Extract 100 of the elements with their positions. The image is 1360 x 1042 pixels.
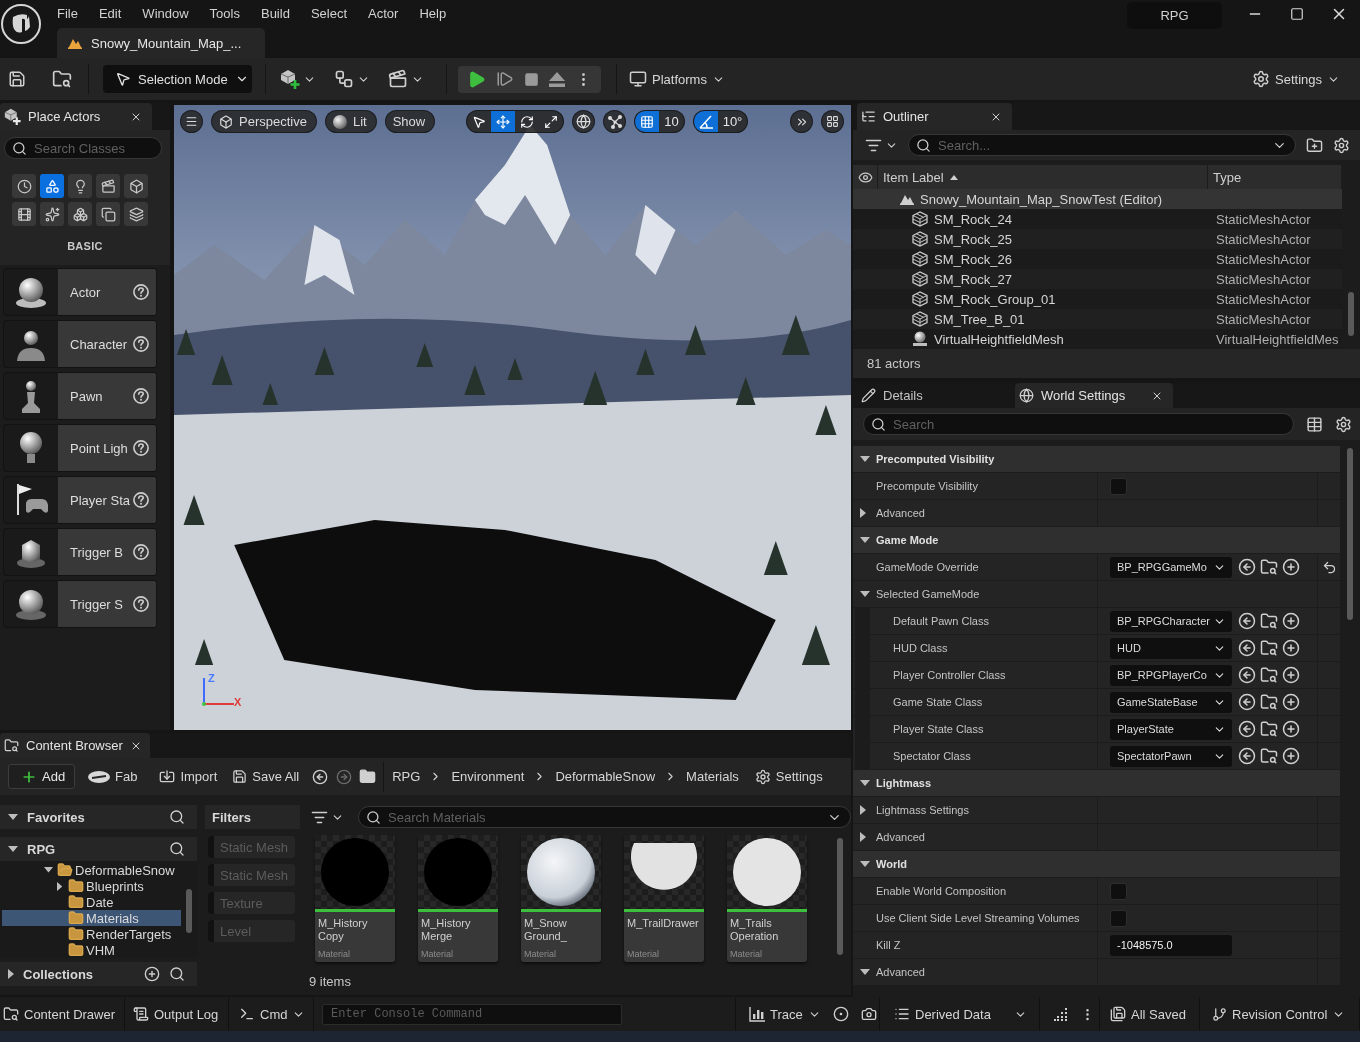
folder-root-header[interactable]: RPG bbox=[0, 837, 197, 861]
arrow-left-circle-icon[interactable] bbox=[1238, 693, 1256, 711]
eye-icon[interactable] bbox=[858, 169, 873, 185]
arrow-left-circle-icon[interactable] bbox=[1238, 666, 1256, 684]
outliner-row[interactable]: SM_Rock_27 StaticMeshActor bbox=[853, 269, 1342, 289]
derived-data-dropdown[interactable]: Derived Data bbox=[894, 1006, 1039, 1022]
folder-search-icon[interactable] bbox=[1260, 639, 1278, 657]
collapse-arrow-icon[interactable] bbox=[8, 814, 18, 820]
plus-circle-icon[interactable] bbox=[1282, 720, 1300, 738]
actor-item[interactable]: Trigger B bbox=[3, 528, 157, 576]
arrow-left-circle-icon[interactable] bbox=[1238, 558, 1256, 576]
category-tab[interactable] bbox=[12, 174, 36, 198]
back-icon[interactable] bbox=[312, 768, 329, 785]
view-mode-button[interactable]: Perspective bbox=[211, 110, 317, 133]
menu-item[interactable]: Edit bbox=[98, 5, 122, 21]
arrow-left-circle-icon[interactable] bbox=[1238, 720, 1256, 738]
category-header[interactable]: World bbox=[853, 851, 1340, 878]
angle-snap-toggle[interactable] bbox=[693, 111, 718, 132]
collapse-arrow-icon[interactable] bbox=[44, 867, 53, 873]
search-icon[interactable] bbox=[169, 841, 185, 857]
menu-item[interactable]: Actor bbox=[368, 5, 399, 21]
record-icon[interactable] bbox=[832, 1006, 849, 1022]
menu-item[interactable]: Tools bbox=[209, 5, 240, 21]
breadcrumb-item[interactable]: DeformableSnow bbox=[555, 769, 656, 784]
transform-tool-button[interactable] bbox=[491, 111, 516, 132]
group-label[interactable]: Advanced bbox=[876, 507, 925, 519]
search-field[interactable]: Search... bbox=[908, 134, 1296, 156]
collapse-arrow-icon[interactable] bbox=[860, 861, 870, 867]
help-icon[interactable] bbox=[133, 336, 149, 352]
save-all-button[interactable]: Save All bbox=[232, 769, 300, 784]
category-tab[interactable] bbox=[68, 174, 92, 198]
console-input[interactable]: Enter Console Command bbox=[322, 1003, 622, 1025]
scrollbar-thumb[interactable] bbox=[1347, 448, 1353, 620]
save-status-button[interactable]: All Saved bbox=[1110, 1006, 1186, 1022]
step-icon[interactable] bbox=[496, 70, 514, 88]
group-label[interactable]: Selected GameMode bbox=[876, 588, 980, 600]
folder-search-icon[interactable] bbox=[1260, 666, 1278, 684]
expand-arrow-icon[interactable] bbox=[56, 881, 63, 891]
plus-circle-icon[interactable] bbox=[1282, 666, 1300, 684]
folder-tree-item[interactable]: Materials bbox=[2, 910, 181, 926]
play-icon[interactable] bbox=[467, 69, 486, 89]
content-browser-tab[interactable]: Content Browser bbox=[0, 733, 150, 758]
folder-tree-item[interactable]: Blueprints bbox=[2, 878, 181, 894]
menu-item[interactable]: Window bbox=[142, 5, 189, 21]
folder-tree-item[interactable]: RenderTargets bbox=[2, 926, 181, 942]
outliner-row[interactable]: SM_Rock_25 StaticMeshActor bbox=[853, 229, 1342, 249]
outliner-row[interactable]: SM_Tree_B_01 StaticMeshActor bbox=[853, 309, 1342, 329]
category-header[interactable]: Game Mode bbox=[853, 527, 1340, 554]
search-field[interactable]: Search bbox=[863, 413, 1294, 435]
blueprint-dropdown[interactable] bbox=[334, 69, 370, 89]
category-tab[interactable] bbox=[12, 202, 36, 226]
group-label[interactable]: Advanced bbox=[876, 831, 925, 843]
menu-item[interactable]: Help bbox=[419, 5, 447, 21]
help-icon[interactable] bbox=[133, 492, 149, 508]
trace-dropdown[interactable]: Trace bbox=[749, 1006, 821, 1022]
reset-arrow-icon[interactable] bbox=[1321, 559, 1337, 575]
asset-tile[interactable]: M_History Merge Material bbox=[418, 835, 498, 962]
asset-tile[interactable]: M_TrailDrawer Material bbox=[624, 835, 704, 962]
scrollbar-thumb[interactable] bbox=[186, 889, 192, 933]
menu-item[interactable]: File bbox=[57, 5, 78, 21]
help-icon[interactable] bbox=[133, 596, 149, 612]
actor-item[interactable]: Player Sta bbox=[3, 476, 157, 524]
search-icon[interactable] bbox=[169, 809, 185, 825]
arrow-left-circle-icon[interactable] bbox=[1238, 747, 1256, 765]
forward-icon[interactable] bbox=[336, 768, 353, 785]
category-header[interactable]: Lightmass bbox=[853, 770, 1340, 797]
platforms-button[interactable]: Platforms bbox=[629, 70, 725, 88]
help-icon[interactable] bbox=[133, 440, 149, 456]
angle-size-button[interactable]: 10° bbox=[717, 111, 748, 132]
collapse-arrow-icon[interactable] bbox=[860, 456, 870, 462]
actor-item[interactable]: Trigger S bbox=[3, 580, 157, 628]
grid-size-button[interactable]: 10 bbox=[659, 111, 684, 132]
folder-tree-item[interactable]: DeformableSnow bbox=[2, 862, 181, 878]
collapse-arrow-icon[interactable] bbox=[860, 780, 870, 786]
collapse-arrow-icon[interactable] bbox=[860, 591, 870, 597]
cinematics-dropdown[interactable] bbox=[388, 69, 424, 89]
level-tab[interactable]: Snowy_Mountain_Map_... bbox=[57, 28, 265, 58]
category-tab[interactable] bbox=[40, 202, 64, 226]
grid-snap-toggle[interactable] bbox=[635, 111, 660, 132]
settings-icon[interactable] bbox=[1333, 136, 1350, 154]
asset-tile[interactable]: M_Trails Operation Material bbox=[727, 835, 807, 962]
collapse-arrow-icon[interactable] bbox=[860, 537, 870, 543]
asset-tile[interactable]: M_Snow Ground_ Material bbox=[521, 835, 601, 962]
sort-ascending-icon[interactable] bbox=[949, 174, 958, 180]
stop-icon[interactable] bbox=[524, 71, 539, 87]
collapse-arrow-icon[interactable] bbox=[860, 969, 870, 975]
panel-tab[interactable]: Details bbox=[857, 383, 1012, 408]
camera-icon[interactable] bbox=[860, 1006, 877, 1022]
category-header[interactable]: Precomputed Visibility bbox=[853, 446, 1340, 473]
help-icon[interactable] bbox=[133, 544, 149, 560]
favorites-header[interactable]: Favorites bbox=[0, 805, 197, 829]
outliner-tab[interactable]: Outliner bbox=[857, 103, 1012, 130]
class-dropdown[interactable]: HUD bbox=[1110, 637, 1232, 659]
class-dropdown[interactable]: BP_RPGPlayerCo bbox=[1110, 664, 1232, 686]
add-actor-dropdown[interactable] bbox=[280, 69, 316, 89]
folder-search-icon[interactable] bbox=[52, 69, 72, 89]
actor-item[interactable]: Actor bbox=[3, 268, 157, 316]
plus-circle-icon[interactable] bbox=[1282, 558, 1300, 576]
engine-logo-icon[interactable] bbox=[1, 4, 41, 44]
arrow-left-circle-icon[interactable] bbox=[1238, 612, 1256, 630]
